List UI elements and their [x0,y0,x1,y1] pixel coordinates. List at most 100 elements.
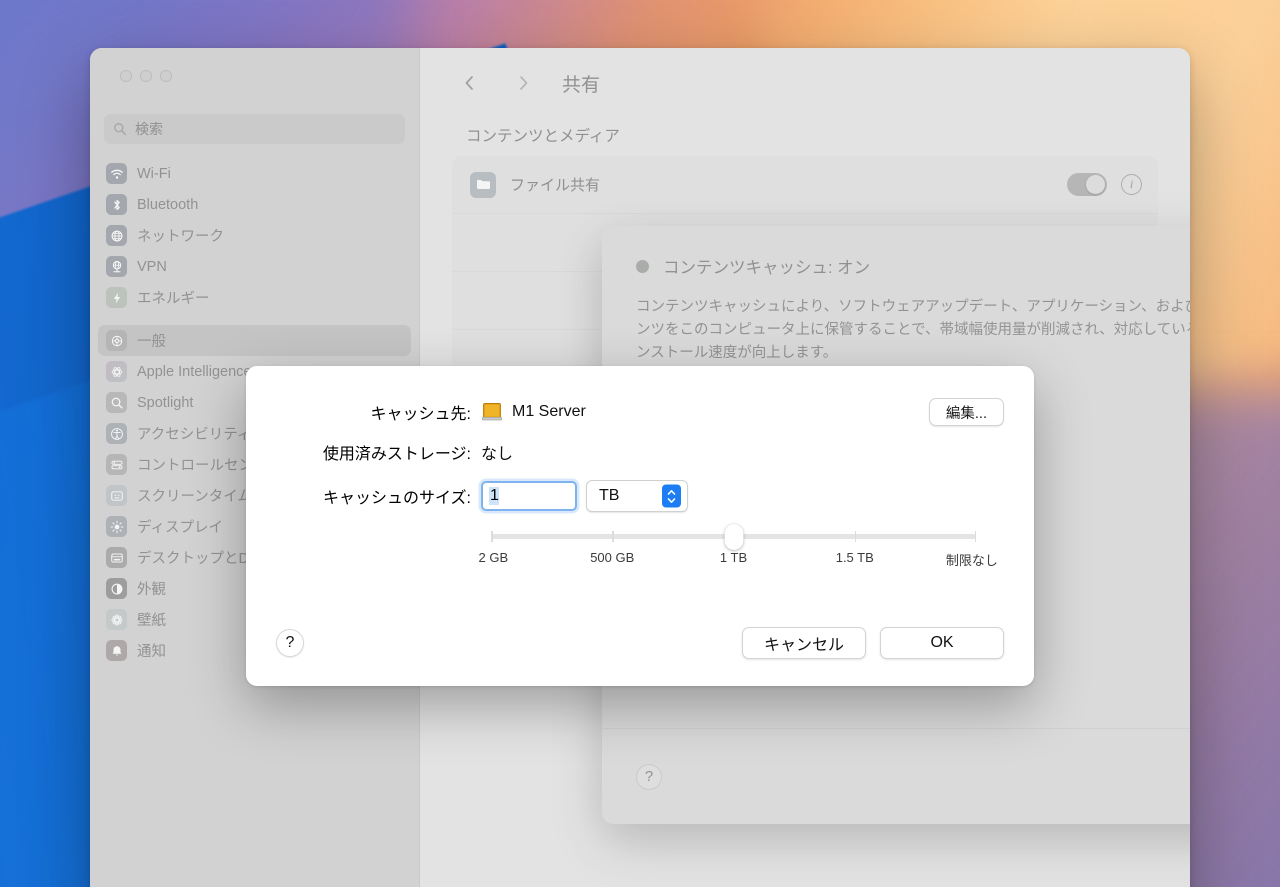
appearance-icon [106,578,127,599]
bluetooth-icon [106,194,127,215]
screen-time-icon [106,485,127,506]
slider-track[interactable] [491,523,976,550]
sidebar-item-general[interactable]: 一般 [98,325,411,356]
search-icon [114,123,127,136]
accessibility-icon [106,423,127,444]
search-input[interactable]: 検索 [104,114,405,144]
destination-value: M1 Server [512,403,586,420]
slider-label: 1.5 TB [835,550,874,565]
back-button[interactable] [448,68,490,98]
used-storage-row: 使用済みストレージ: なし [276,440,1004,464]
destination-row: キャッシュ先: M1 Server [276,400,1004,424]
zoom-button[interactable] [160,70,172,82]
sidebar-label: アクセシビリティ [137,427,252,443]
sidebar-label: Spotlight [137,394,194,411]
dialog-footer: ? キャンセル OK [246,600,1034,686]
stepper-updown-icon[interactable] [662,484,681,508]
destination-label: キャッシュ先: [370,406,471,423]
sidebar-label: 一般 [137,334,166,350]
sidebar-item-wifi[interactable]: Wi-Fi [98,158,411,189]
section-title-content-media: コンテンツとメディア [466,128,620,145]
sidebar-label: 壁紙 [137,613,166,629]
cache-size-controls: 1 TB [481,480,688,512]
table-row[interactable]: ファイル共有 i [452,156,1158,214]
chevron-left-icon [465,76,473,90]
sidebar-label: VPN [137,258,167,275]
slider-tick [854,531,857,542]
sidebar-item-vpn[interactable]: VPN [98,251,411,282]
content-caching-footer: ? 完了 [602,728,1190,824]
minimize-button[interactable] [140,70,152,82]
ok-button[interactable]: OK [880,627,1004,659]
energy-icon [106,287,127,308]
slider-tick [612,531,614,542]
file-sharing-toggle[interactable] [1067,173,1107,196]
vpn-icon [106,256,127,277]
folder-icon [470,171,496,198]
destination-value-wrap: M1 Server [481,402,586,422]
toolbar: 共有 [420,48,1190,118]
sidebar-label: 外観 [137,582,166,598]
sidebar-label: スクリーンタイム [137,489,252,505]
desktop-dock-icon [106,547,127,568]
sidebar-label: エネルギー [137,291,210,307]
forward-button[interactable] [502,68,544,98]
cache-size-label: キャッシュのサイズ: [323,490,471,507]
status-dot-icon [636,259,649,273]
used-storage-label: 使用済みストレージ: [322,446,471,463]
sidebar-item-energy[interactable]: エネルギー [98,282,411,313]
help-button[interactable]: ? [636,763,662,790]
apple-intel-icon [106,361,127,382]
used-storage-value: なし [481,446,514,463]
info-button[interactable]: i [1121,174,1142,195]
sidebar-label: ディスプレイ [137,520,223,536]
sidebar-label: Wi-Fi [137,165,171,182]
sidebar-item-bluetooth[interactable]: Bluetooth [98,189,411,220]
spotlight-icon [106,392,127,413]
content-caching-header: コンテンツキャッシュ: オン コンテンツキャッシュにより、ソフトウェアアップデー… [602,226,1190,365]
slider-tick [491,531,493,542]
cancel-button[interactable]: キャンセル [742,627,866,659]
edit-button[interactable]: 編集... [928,398,1004,426]
cache-size-input[interactable]: 1 [481,481,577,511]
chevron-right-icon [519,76,527,90]
slider-label: 制限なし [945,553,998,568]
slider-label: 500 GB [590,550,635,565]
wallpaper-icon [106,609,127,630]
sidebar-item-network[interactable]: ネットワーク [98,220,411,251]
control-center-icon [106,454,127,475]
slider-tick [974,531,976,542]
help-button[interactable]: ? [276,629,304,657]
cache-settings-dialog: 編集... キャッシュ先: M1 Server 使用済みストレージ: なし キャ… [246,366,1034,686]
wifi-icon [106,163,127,184]
cache-unit-select[interactable]: TB [586,480,688,512]
sidebar-label: 通知 [137,644,166,660]
status-badge: コンテンツキャッシュ: オン [663,259,871,277]
page-title: 共有 [562,74,601,96]
sidebar-label: ネットワーク [137,229,224,245]
dialog-fields: キャッシュ先: M1 Server 使用済みストレージ: なし キャッシュのサイ… [246,366,1034,570]
slider-label: 1 TB [719,550,748,565]
close-button[interactable] [120,70,132,82]
content-caching-status: コンテンツキャッシュ: オン [636,254,1190,278]
search-placeholder: 検索 [135,121,163,137]
window-traffic-lights[interactable] [120,70,172,82]
cache-size-value: 1 [489,487,499,505]
cache-size-slider[interactable]: 2 GB 500 GB 1 TB 1.5 TB 制限なし [479,523,998,570]
network-icon [106,225,127,246]
cache-unit-value: TB [599,487,620,504]
gear-icon [106,330,127,351]
slider-tick-labels: 2 GB 500 GB 1 TB 1.5 TB 制限なし [479,550,998,570]
sidebar-label: Bluetooth [137,196,199,213]
dialog-actions: キャンセル OK [742,627,1004,659]
content-caching-description: コンテンツキャッシュにより、ソフトウェアアップデート、アプリケーション、およびそ… [636,299,1190,361]
display-icon [106,516,127,537]
notifications-icon [106,640,127,661]
toggle-knob [1086,175,1105,194]
sidebar-group-network: Wi-Fi Bluetooth ネットワーク VPN エネルギー [98,158,411,313]
sidebar-label: Apple Intelligence [137,363,252,380]
slider-label: 2 GB [478,550,509,565]
row-label: ファイル共有 [510,177,601,194]
slider-thumb[interactable] [724,523,743,550]
cache-size-row: キャッシュのサイズ: 1 TB [276,480,1004,512]
